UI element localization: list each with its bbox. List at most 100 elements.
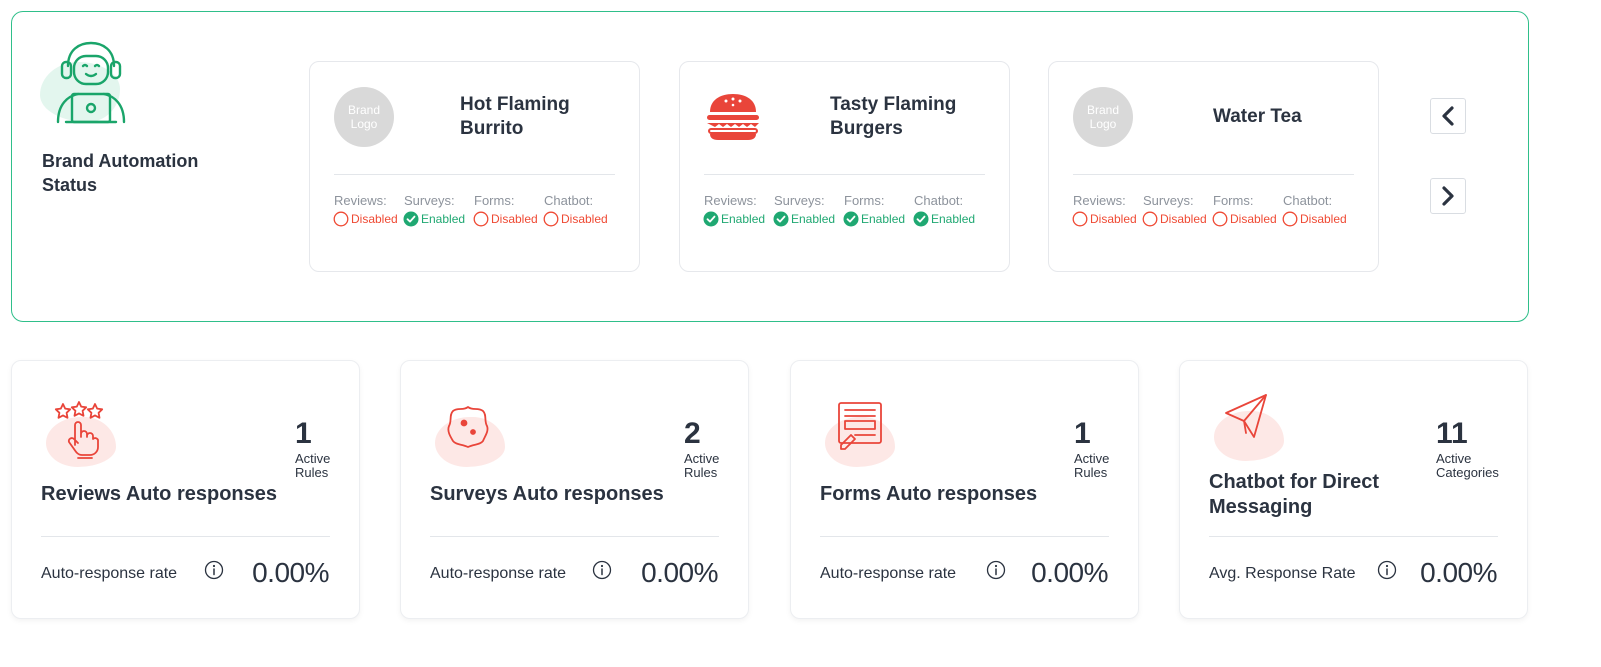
status-text: Disabled xyxy=(1230,212,1277,226)
panel-title: Brand Automation Status xyxy=(42,151,199,195)
feature-chatbot: Chatbot: Disabled xyxy=(1282,192,1353,227)
feature-label: Chatbot: xyxy=(544,193,594,208)
info-icon[interactable] xyxy=(986,560,1006,580)
circle-outline-icon xyxy=(1072,211,1088,227)
card-title: Chatbot for Direct Messaging xyxy=(1209,471,1379,518)
rate-value: 0.00% xyxy=(1420,557,1497,588)
form-icon xyxy=(838,402,882,450)
rate-value: 0.00% xyxy=(1031,557,1108,588)
status-text: Disabled xyxy=(1160,212,1207,226)
feature-forms: Forms: Enabled xyxy=(843,192,914,227)
status-text: Enabled xyxy=(861,212,906,226)
carousel-prev-button[interactable] xyxy=(1430,98,1466,134)
feature-forms: Forms: Disabled xyxy=(1212,192,1283,227)
rate-value: 0.00% xyxy=(252,557,329,588)
active-count: 11 xyxy=(1436,417,1468,450)
status-text: Enabled xyxy=(931,212,976,226)
active-count: 1 xyxy=(1074,417,1091,450)
status-text: Disabled xyxy=(491,212,538,226)
circle-outline-icon xyxy=(543,211,559,227)
feature-status-list: Reviews: Disabled Surveys: Enabled Forms… xyxy=(333,192,629,227)
divider xyxy=(41,536,330,537)
circle-outline-icon xyxy=(1142,211,1158,227)
active-count-label: Active Rules xyxy=(1074,451,1110,480)
feature-chatbot: Chatbot: Disabled xyxy=(543,192,614,227)
chevron-right-icon xyxy=(1442,186,1454,206)
feature-chatbot: Chatbot: Enabled xyxy=(913,192,984,227)
feature-label: Surveys: xyxy=(404,193,455,208)
feature-label: Chatbot: xyxy=(1283,193,1333,208)
status-badge: Enabled xyxy=(843,211,914,227)
feature-label: Forms: xyxy=(1213,193,1254,208)
status-badge: Disabled xyxy=(333,211,404,227)
feature-surveys: Surveys: Enabled xyxy=(773,192,844,227)
carousel-next-button[interactable] xyxy=(1430,178,1466,214)
feature-label: Reviews: xyxy=(1073,193,1126,208)
check-circle-icon xyxy=(913,211,929,227)
feature-surveys: Surveys: Disabled xyxy=(1142,192,1213,227)
brand-automation-status-panel: Brand Automation Status Brand Logo Hot F… xyxy=(11,11,1529,322)
info-icon[interactable] xyxy=(592,560,612,580)
feature-label: Forms: xyxy=(474,193,515,208)
card-title: Forms Auto responses xyxy=(820,483,1038,505)
rate-label: Auto-response rate xyxy=(41,565,178,582)
burger-icon xyxy=(707,94,759,140)
feature-label: Surveys: xyxy=(1143,193,1194,208)
divider xyxy=(820,536,1109,537)
brand-logo-placeholder: Brand Logo xyxy=(1073,87,1133,147)
surveys-auto-responses-card[interactable]: 2 Active Rules Surveys Auto responses Au… xyxy=(400,360,749,619)
brand-card[interactable]: Brand Logo Water Tea Reviews: Disabled S… xyxy=(1048,61,1379,272)
status-text: Disabled xyxy=(1090,212,1137,226)
feature-label: Chatbot: xyxy=(914,193,964,208)
brand-card[interactable]: Tasty Flaming Burgers Reviews: Enabled S… xyxy=(679,61,1010,272)
card-title: Reviews Auto responses xyxy=(41,483,278,505)
info-icon[interactable] xyxy=(204,560,224,580)
star-hand-icon xyxy=(54,401,104,459)
status-badge: Enabled xyxy=(703,211,774,227)
divider xyxy=(1073,174,1354,175)
divider xyxy=(334,174,615,175)
status-badge: Enabled xyxy=(403,211,474,227)
active-count: 1 xyxy=(295,417,312,450)
brand-name: Tasty Flaming Burgers xyxy=(830,94,957,139)
circle-outline-icon xyxy=(333,211,349,227)
status-badge: Disabled xyxy=(1072,211,1143,227)
status-badge: Disabled xyxy=(1282,211,1353,227)
feature-label: Reviews: xyxy=(334,193,387,208)
circle-outline-icon xyxy=(473,211,489,227)
info-icon[interactable] xyxy=(1377,560,1397,580)
status-text: Disabled xyxy=(561,212,608,226)
feature-reviews: Reviews: Enabled xyxy=(703,192,774,227)
status-badge: Enabled xyxy=(913,211,984,227)
active-count: 2 xyxy=(684,417,701,450)
divider xyxy=(1209,536,1498,537)
reviews-auto-responses-card[interactable]: 1 Active Rules Reviews Auto responses Au… xyxy=(11,360,360,619)
divider xyxy=(430,536,719,537)
rate-label: Auto-response rate xyxy=(430,565,567,582)
status-badge: Disabled xyxy=(543,211,614,227)
feature-label: Surveys: xyxy=(774,193,825,208)
active-count-label: Active Rules xyxy=(295,451,331,480)
brand-card[interactable]: Brand Logo Hot Flaming Burrito Reviews: … xyxy=(309,61,640,272)
circle-outline-icon xyxy=(1282,211,1298,227)
status-text: Disabled xyxy=(351,212,398,226)
feature-status-list: Reviews: Disabled Surveys: Disabled Form… xyxy=(1072,192,1368,227)
status-badge: Disabled xyxy=(473,211,544,227)
chatbot-direct-messaging-card[interactable]: 11 Active Categories Chatbot for Direct … xyxy=(1179,360,1528,619)
card-title: Surveys Auto responses xyxy=(430,483,664,505)
support-agent-icon xyxy=(56,41,126,124)
feature-status-list: Reviews: Enabled Surveys: Enabled Forms:… xyxy=(703,192,999,227)
status-badge: Enabled xyxy=(773,211,844,227)
rate-label: Auto-response rate xyxy=(820,565,957,582)
feature-reviews: Reviews: Disabled xyxy=(333,192,404,227)
brand-name: Water Tea xyxy=(1213,106,1302,127)
status-badge: Disabled xyxy=(1142,211,1213,227)
check-circle-icon xyxy=(773,211,789,227)
status-text: Enabled xyxy=(421,212,466,226)
paper-plane-icon xyxy=(1225,394,1267,438)
check-circle-icon xyxy=(843,211,859,227)
survey-badge-icon xyxy=(447,406,489,448)
check-circle-icon xyxy=(703,211,719,227)
feature-label: Reviews: xyxy=(704,193,757,208)
forms-auto-responses-card[interactable]: 1 Active Rules Forms Auto responses Auto… xyxy=(790,360,1139,619)
